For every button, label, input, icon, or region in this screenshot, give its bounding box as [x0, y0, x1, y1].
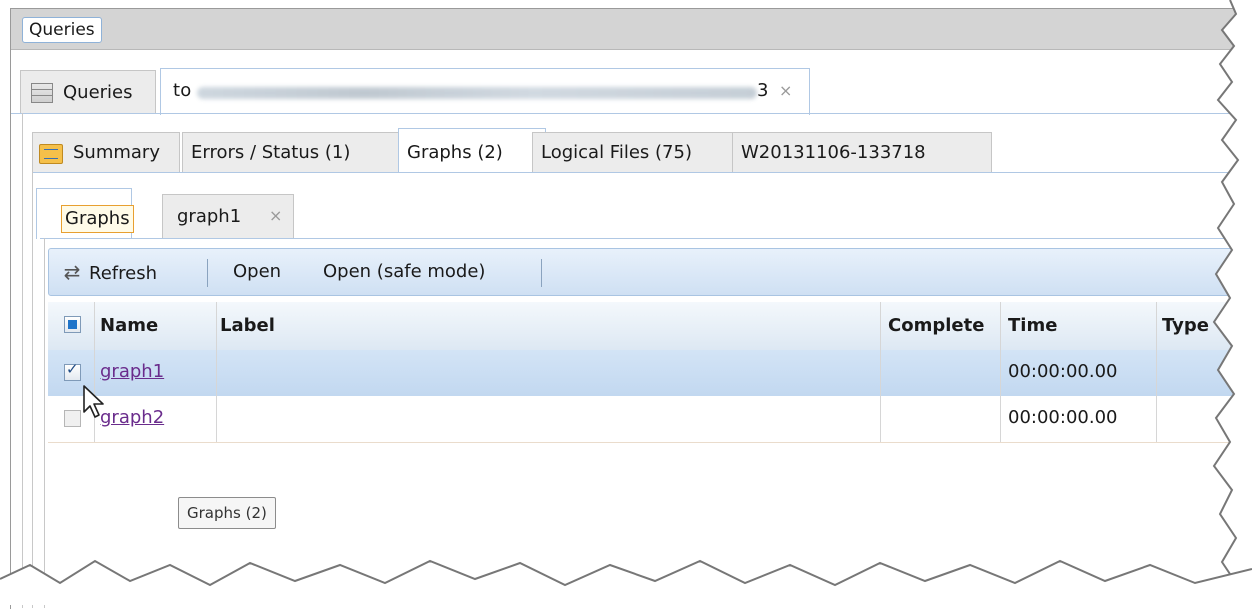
torn-edge-bottom	[0, 559, 1252, 605]
top-bar	[11, 9, 1252, 50]
toolbar: ⇄ Refresh Open Open (safe mode)	[48, 248, 1252, 296]
row-checkbox[interactable]	[64, 410, 81, 427]
torn-edge-right	[1212, 0, 1252, 605]
table-row[interactable]: graph2 00:00:00.00	[48, 396, 1252, 443]
select-all-checkbox[interactable]	[64, 316, 81, 333]
toolbar-separator	[207, 259, 208, 287]
refresh-icon: ⇄	[63, 260, 81, 284]
tab-workunit-version: 3	[757, 80, 769, 101]
tab-graph1[interactable]: graph1 ×	[162, 194, 294, 239]
tab-logical-files[interactable]: Logical Files (75)	[532, 132, 746, 173]
table-row[interactable]: graph1 00:00:00.00	[48, 350, 1252, 397]
tab-wuid[interactable]: W20131106-133718	[732, 132, 992, 173]
close-icon[interactable]: ×	[269, 206, 282, 225]
refresh-button[interactable]: ⇄ Refresh	[61, 249, 157, 295]
tab-graphs-list[interactable]: Graphs	[36, 188, 134, 239]
tab-queries[interactable]: Queries	[20, 70, 156, 114]
tab-graphs-list-label: Graphs	[61, 205, 134, 233]
column-time[interactable]: Time	[1008, 302, 1057, 350]
blurred-workunit-name	[197, 87, 757, 99]
column-divider	[880, 302, 881, 442]
tab-workunit-prefix: to	[173, 80, 192, 101]
tab-errors-status[interactable]: Errors / Status (1)	[182, 132, 412, 173]
column-divider	[94, 302, 95, 442]
mouse-cursor-icon	[83, 385, 104, 418]
column-name[interactable]: Name	[100, 302, 158, 350]
graph-time: 00:00:00.00	[1008, 407, 1118, 428]
column-divider	[1000, 302, 1001, 442]
table-header: Name Label Complete Time Type	[48, 302, 1252, 351]
tab-queries-label: Queries	[63, 82, 133, 103]
row-checkbox[interactable]	[64, 360, 81, 381]
column-label[interactable]: Label	[220, 302, 275, 350]
tab-summary-label: Summary	[73, 142, 160, 163]
toolbar-separator	[541, 259, 542, 287]
open-button[interactable]: Open	[233, 249, 281, 295]
tab-summary[interactable]: Summary	[32, 132, 180, 173]
column-completed[interactable]: Complete	[888, 302, 1000, 350]
column-divider	[1156, 302, 1157, 442]
tab-graphs[interactable]: Graphs (2)	[398, 128, 546, 173]
open-safe-mode-button[interactable]: Open (safe mode)	[323, 249, 485, 295]
grid-icon	[31, 83, 53, 103]
column-divider	[216, 302, 217, 442]
breadcrumb-queries[interactable]: Queries	[22, 17, 102, 43]
refresh-label: Refresh	[89, 263, 157, 284]
tab-graph1-label: graph1	[177, 206, 242, 227]
summary-icon	[39, 144, 63, 164]
graph-time: 00:00:00.00	[1008, 361, 1118, 382]
close-icon[interactable]: ×	[779, 69, 792, 112]
tooltip: Graphs (2)	[178, 497, 276, 529]
tab-workunit[interactable]: to 3 ×	[160, 68, 810, 115]
